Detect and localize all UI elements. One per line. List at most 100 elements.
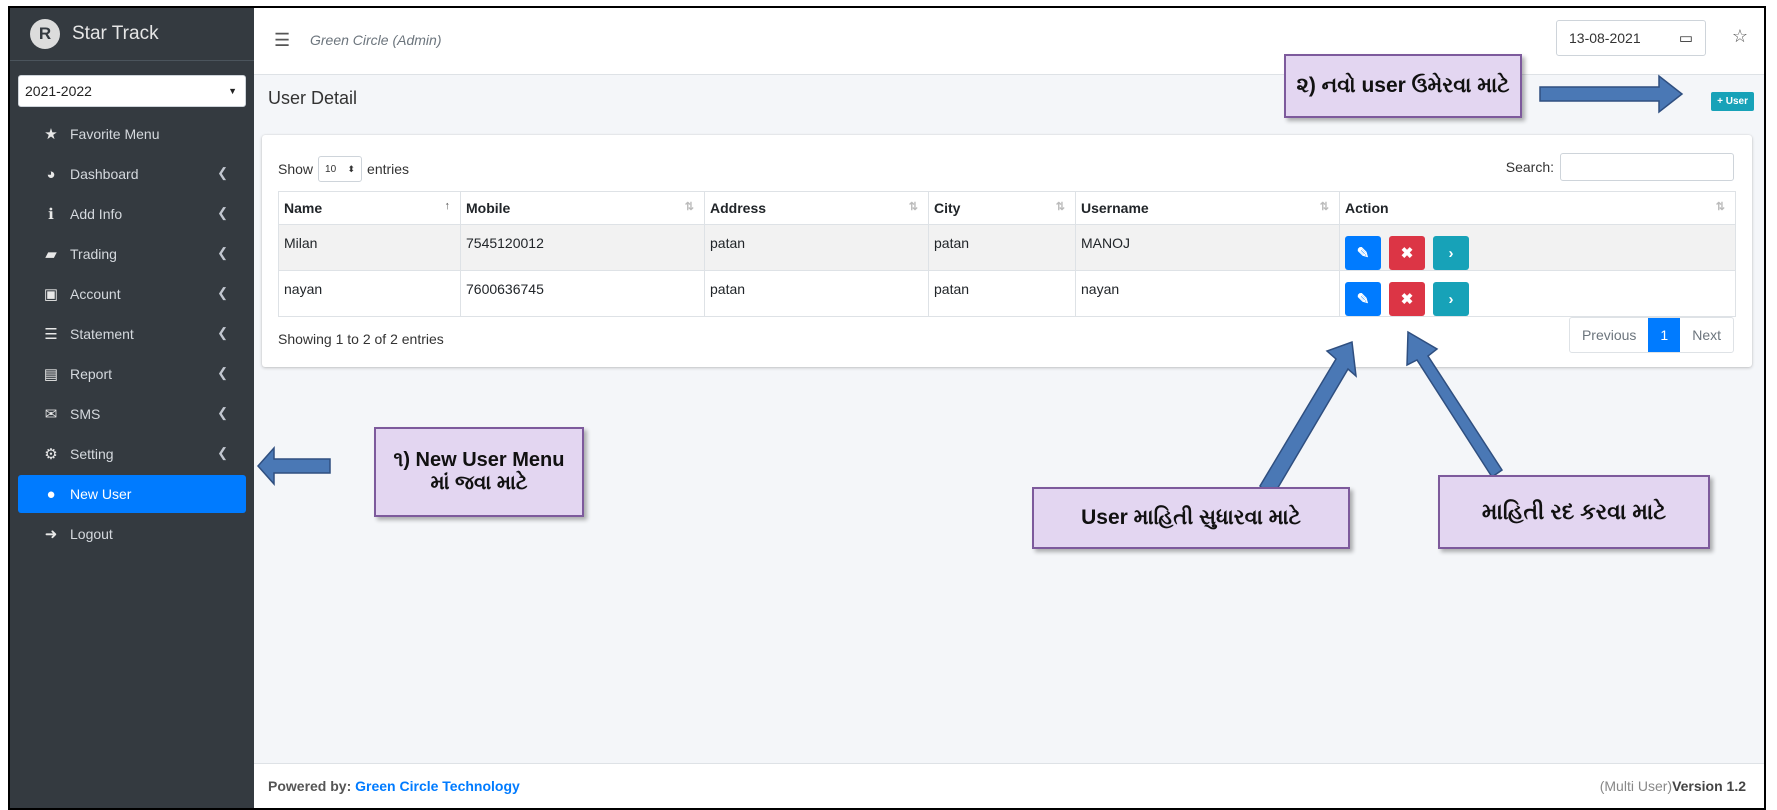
sidebar-item-setting[interactable]: ⚙ Setting ❮ [18,435,246,473]
sidebar-item-dashboard[interactable]: ◕ Dashboard ❮ [18,155,246,193]
financial-year-select[interactable]: 2021-2022 ▼ [18,75,246,107]
chevron-left-icon: ❮ [217,165,228,180]
caret-down-icon: ▼ [228,86,237,96]
column-header-mobile[interactable]: Mobile ⇅ [460,191,705,225]
sidebar-item-logout[interactable]: ➜ Logout [18,515,246,553]
company-link[interactable]: Green Circle Technology [355,778,520,794]
chevron-left-icon: ❮ [217,245,228,260]
favorite-star-icon[interactable]: ☆ [1732,26,1748,47]
page-length-select[interactable]: 10 ⬍ [318,156,363,182]
footer-version: (Multi User)Version 1.2 [1600,778,1746,794]
sidebar-item-favorite-menu[interactable]: ★ Favorite Menu [18,115,246,153]
sidebar-item-label: Statement [70,326,134,342]
page-length-control: Show 10 ⬍ entries [278,156,409,182]
brand-name: Star Track [72,23,159,44]
sidebar-menu: ★ Favorite Menu ◕ Dashboard ❮ ℹ Add Info ❮ ▰ Trad… [10,115,254,553]
chevron-right-icon: › [1448,290,1454,308]
cell-name: Milan [278,224,461,271]
view-button[interactable]: › [1433,282,1469,316]
logout-icon: ➜ [44,526,58,543]
column-header-action[interactable]: Action ⇅ [1339,191,1736,225]
chevron-left-icon: ❮ [217,285,228,300]
sort-icon: ⇅ [1715,201,1725,213]
edit-button[interactable]: ✎ [1345,236,1381,270]
delete-button[interactable]: ✖ [1389,236,1425,270]
column-label: Action [1345,200,1389,216]
edit-button[interactable]: ✎ [1345,282,1381,316]
top-navbar: ☰ Green Circle (Admin) 13-08-2021 ▭ ☆ [254,8,1764,75]
sidebar-item-new-user[interactable]: ● New User [18,475,246,513]
sidebar-item-label: Logout [70,526,113,542]
callout-new-user-menu: ૧) New User Menu માં જવા માટે [374,427,584,517]
cell-city: patan [928,270,1076,317]
row-actions: ✎ ✖ › [1345,236,1730,270]
sidebar-item-statement[interactable]: ☰ Statement ❮ [18,315,246,353]
sidebar-item-account[interactable]: ▣ Account ❮ [18,275,246,313]
entries-label: entries [367,161,410,177]
user-circle-icon: ● [46,485,56,503]
add-user-button[interactable]: + User [1711,92,1754,111]
column-label: Name [284,200,323,216]
column-header-city[interactable]: City ⇅ [928,191,1076,225]
cell-mobile: 7545120012 [460,224,705,271]
hamburger-menu-icon[interactable]: ☰ [274,30,290,51]
info-icon: ℹ [48,206,54,223]
powered-by-label: Powered by: [268,778,352,794]
page-1-button[interactable]: 1 [1648,318,1681,352]
sort-asc-icon: ↑ [444,200,451,212]
close-icon: ✖ [1400,245,1414,262]
sidebar-item-trading[interactable]: ▰ Trading ❮ [18,235,246,273]
column-label: Address [710,200,767,216]
search-input[interactable] [1560,153,1734,181]
sidebar-item-report[interactable]: ▤ Report ❮ [18,355,246,393]
main-content: User Detail + User Show 10 ⬍ entries Sea… [254,74,1764,764]
table-row: Milan 7545120012 patan patan MANOJ ✎ ✖ › [278,224,1736,271]
next-page-button[interactable]: Next [1680,318,1733,352]
callout-delete-info: માહિતી રદ કરવા માટે [1438,475,1710,549]
column-header-username[interactable]: Username ⇅ [1075,191,1340,225]
column-header-address[interactable]: Address ⇅ [704,191,929,225]
view-button[interactable]: › [1433,236,1469,270]
sidebar-item-label: Setting [70,446,114,462]
previous-page-button[interactable]: Previous [1570,318,1648,352]
footer-credit: Powered by: Green Circle Technology [268,778,520,794]
user-table-card: Show 10 ⬍ entries Search: Name ↑ Mobile … [262,135,1752,367]
briefcase-icon: ▰ [45,246,57,263]
sidebar-item-label: New User [70,486,132,502]
sidebar-item-label: Dashboard [70,166,139,182]
dashboard-icon: ◕ [46,165,56,183]
edition-label: (Multi User) [1599,778,1673,794]
date-input[interactable]: 13-08-2021 ▭ [1556,20,1706,56]
calendar-icon[interactable]: ▭ [1679,29,1693,47]
sidebar-item-label: Add Info [70,206,123,222]
brand[interactable]: R Star Track [10,8,254,61]
column-label: Username [1081,200,1149,216]
chevron-right-icon: › [1448,244,1454,262]
chevron-left-icon: ❮ [217,445,228,460]
user-table: Name ↑ Mobile ⇅ Address ⇅ City ⇅ Username ⇅ A… [278,191,1736,317]
sidebar-item-label: Account [70,286,121,302]
financial-year-value: 2021-2022 [25,83,92,99]
table-body: Milan 7545120012 patan patan MANOJ ✎ ✖ › nayan 76… [278,224,1736,317]
cell-action: ✎ ✖ › [1339,270,1736,317]
table-search: Search: [1506,153,1734,181]
column-header-name[interactable]: Name ↑ [278,191,461,225]
envelope-icon: ✉ [44,406,58,423]
sort-icon: ⇅ [908,201,918,213]
sort-icon: ⇅ [1055,201,1065,213]
list-icon: ☰ [44,326,58,343]
cell-username: nayan [1075,270,1340,317]
sidebar-item-sms[interactable]: ✉ SMS ❮ [18,395,246,433]
callout-add-user: ૨) નવો user ઉમેરવા માટે [1284,54,1522,118]
pagination: Previous 1 Next [1568,317,1734,353]
cell-address: patan [704,270,929,317]
edit-icon: ✎ [1356,245,1370,262]
column-label: Mobile [466,200,511,216]
page-length-value: 10 [325,163,337,175]
sidebar-item-add-info[interactable]: ℹ Add Info ❮ [18,195,246,233]
sidebar-item-label: Trading [70,246,117,262]
delete-button[interactable]: ✖ [1389,282,1425,316]
chevron-left-icon: ❮ [217,405,228,420]
search-label: Search: [1505,159,1554,175]
cell-mobile: 7600636745 [460,270,705,317]
